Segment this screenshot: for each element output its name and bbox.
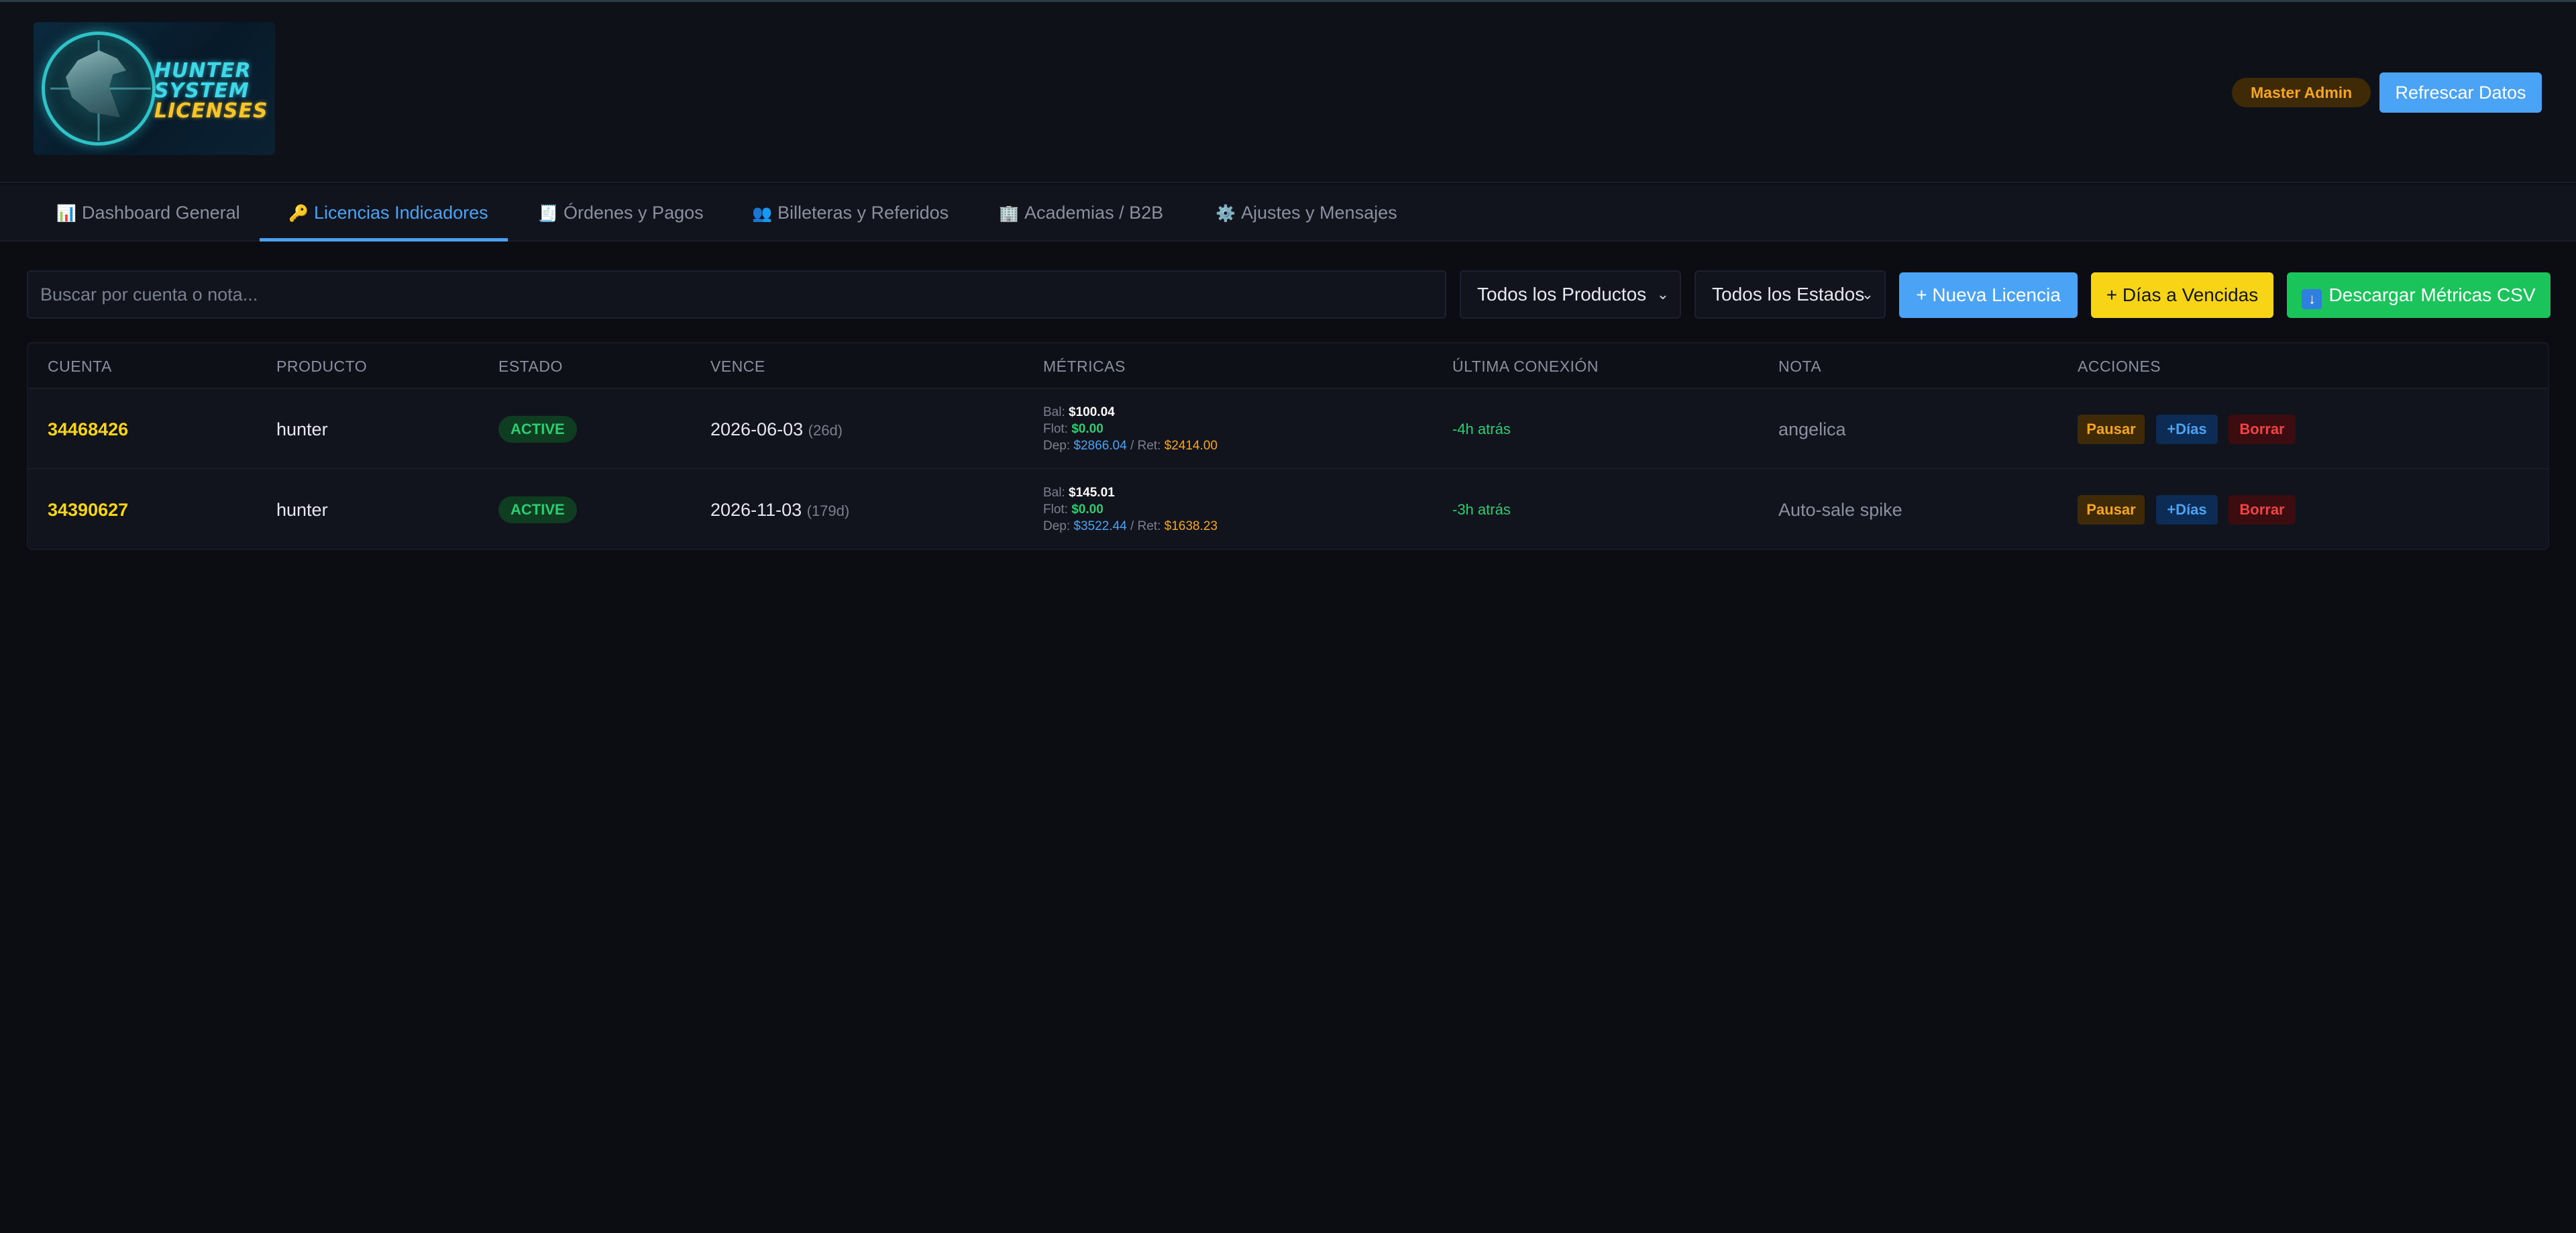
last-connection: -3h atrás (1452, 501, 1511, 518)
search-input[interactable] (27, 270, 1446, 319)
days-remaining: (26d) (808, 422, 843, 439)
app-logo[interactable]: HUNTER SYSTEM LICENSES (34, 22, 275, 155)
pause-button[interactable]: Pausar (2078, 415, 2145, 444)
withdrawal-value: $1638.23 (1164, 519, 1218, 533)
gear-icon: ⚙️ (1216, 205, 1236, 223)
add-days-expired-button[interactable]: + Días a Vencidas (2091, 272, 2273, 318)
receipt-icon: 🧾 (538, 205, 558, 223)
product-name: hunter (276, 500, 328, 520)
metrics-block: Bal: $145.01 Flot: $0.00 Dep: $3522.44 /… (1043, 486, 1218, 533)
tab-billeteras-referidos[interactable]: 👥 Billeteras y Referidos (752, 184, 949, 242)
expiration-date: 2026-11-03 (179d) (710, 500, 850, 520)
license-note: Auto-sale spike (1778, 500, 1902, 520)
logo-wordmark: HUNTER SYSTEM LICENSES (154, 59, 268, 123)
column-header-status[interactable]: ESTADO (498, 343, 563, 389)
active-tab-indicator (260, 238, 508, 242)
expiration-date: 2026-06-03 (26d) (710, 419, 843, 439)
licenses-table: CUENTA PRODUCTO ESTADO VENCE MÉTRICAS ÚL… (27, 342, 2549, 550)
deposit-value: $2866.04 (1073, 439, 1127, 453)
building-icon: 🏢 (999, 205, 1019, 223)
tab-ajustes-mensajes[interactable]: ⚙️ Ajustes y Mensajes (1216, 184, 1397, 242)
add-days-button[interactable]: +Días (2156, 495, 2218, 525)
status-filter-select[interactable]: Todos los Estados ⌄ (1695, 270, 1886, 319)
column-header-metrics[interactable]: MÉTRICAS (1043, 343, 1126, 389)
users-icon: 👥 (752, 205, 772, 223)
balance-value: $100.04 (1069, 405, 1115, 419)
floating-value: $0.00 (1071, 502, 1104, 517)
tab-academias-b2b[interactable]: 🏢 Academias / B2B (999, 184, 1163, 242)
withdrawal-value: $2414.00 (1164, 439, 1218, 453)
role-badge: Master Admin (2232, 78, 2371, 107)
chevron-down-icon: ⌄ (1861, 286, 1874, 303)
days-remaining: (179d) (806, 502, 850, 519)
column-header-actions: ACCIONES (2078, 358, 2161, 375)
floating-value: $0.00 (1071, 422, 1104, 436)
column-header-note[interactable]: NOTA (1778, 343, 1821, 389)
main-tabs: 📊 Dashboard General 🔑 Licencias Indicadore… (0, 184, 2576, 242)
add-days-button[interactable]: +Días (2156, 415, 2218, 444)
deposit-value: $3522.44 (1073, 519, 1127, 533)
balance-value: $145.01 (1069, 486, 1115, 500)
delete-button[interactable]: Borrar (2229, 495, 2296, 525)
bar-chart-icon: 📊 (56, 205, 76, 223)
tab-dashboard-general[interactable]: 📊 Dashboard General (56, 184, 240, 242)
last-connection: -4h atrás (1452, 421, 1511, 437)
app-header: HUNTER SYSTEM LICENSES Master Admin Refr… (0, 2, 2576, 183)
account-number[interactable]: 34468426 (48, 389, 128, 470)
table-row: 34390627 hunter ACTIVE 2026-11-03 (179d)… (28, 470, 2548, 550)
refresh-data-button[interactable]: Refrescar Datos (2379, 72, 2542, 113)
download-icon: ↓ (2302, 289, 2322, 309)
license-note: angelica (1778, 419, 1846, 439)
table-header: CUENTA PRODUCTO ESTADO VENCE MÉTRICAS ÚL… (28, 343, 2548, 389)
status-badge: ACTIVE (498, 416, 577, 443)
table-row: 34468426 hunter ACTIVE 2026-06-03 (26d) … (28, 389, 2548, 470)
tab-ordenes-pagos[interactable]: 🧾 Órdenes y Pagos (538, 184, 704, 242)
column-header-last-connection[interactable]: ÚLTIMA CONEXIÓN (1452, 343, 1599, 389)
column-header-expires[interactable]: VENCE (710, 343, 765, 389)
column-header-product[interactable]: PRODUCTO (276, 343, 367, 389)
column-header-account[interactable]: CUENTA (48, 343, 112, 389)
account-number[interactable]: 34390627 (48, 470, 128, 550)
tab-licencias-indicadores[interactable]: 🔑 Licencias Indicadores (288, 184, 488, 242)
download-csv-button[interactable]: ↓ Descargar Métricas CSV (2287, 272, 2551, 318)
status-badge: ACTIVE (498, 496, 577, 523)
product-filter-select[interactable]: Todos los Productos ⌄ (1460, 270, 1681, 319)
new-license-button[interactable]: + Nueva Licencia (1899, 272, 2078, 318)
pause-button[interactable]: Pausar (2078, 495, 2145, 525)
key-icon: 🔑 (288, 205, 309, 223)
delete-button[interactable]: Borrar (2229, 415, 2296, 444)
chevron-down-icon: ⌄ (1656, 286, 1669, 303)
metrics-block: Bal: $100.04 Flot: $0.00 Dep: $2866.04 /… (1043, 405, 1218, 453)
product-name: hunter (276, 419, 328, 439)
